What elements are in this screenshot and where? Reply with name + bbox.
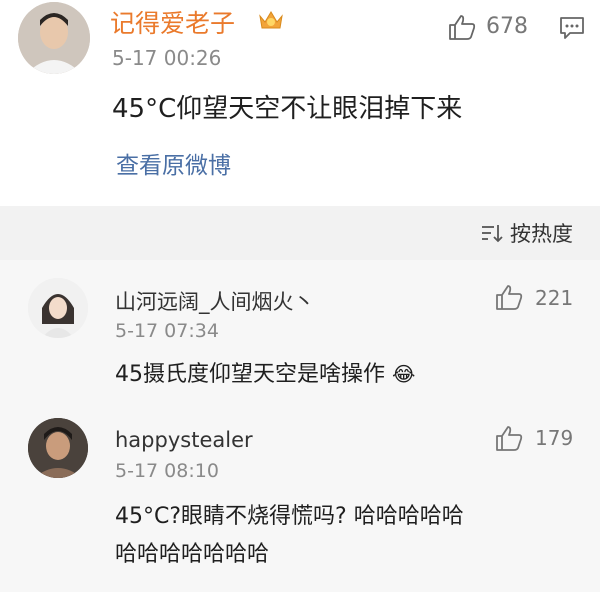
comment-text-line-1: 45°C?眼睛不烧得慌吗? 哈哈哈哈哈: [115, 504, 464, 529]
comment-text: 45摄氏度仰望天空是啥操作 😂: [115, 356, 415, 388]
comment-author-name[interactable]: happystealer: [115, 428, 253, 452]
comment-time: 5-17 08:10: [115, 460, 219, 482]
like-thumb-icon[interactable]: [447, 12, 477, 42]
comment-time: 5-17 07:34: [115, 320, 219, 342]
post-like-count: 678: [486, 14, 528, 39]
comment-icon[interactable]: [558, 14, 586, 42]
avatar-portrait: [28, 278, 88, 338]
comment-like-count: 179: [535, 426, 574, 450]
sort-icon[interactable]: [480, 222, 504, 244]
commenter-avatar[interactable]: [28, 278, 88, 338]
sort-bar: 按热度: [0, 206, 600, 260]
comment-author-name[interactable]: 山河远阔_人间烟火丶: [115, 286, 315, 316]
author-avatar[interactable]: [18, 2, 90, 74]
avatar-portrait: [28, 418, 88, 478]
vip-badge-icon: [258, 8, 284, 32]
like-thumb-icon[interactable]: [494, 282, 524, 312]
like-thumb-icon[interactable]: [494, 423, 524, 453]
post-text: 45°C仰望天空不让眼泪掉下来: [112, 94, 463, 124]
post-time: 5-17 00:26: [112, 46, 222, 70]
laugh-emoji-icon: 😂: [392, 362, 416, 386]
view-original-link[interactable]: 查看原微博: [116, 146, 231, 180]
avatar-portrait: [18, 2, 90, 74]
post-author-name[interactable]: 记得爱老子: [110, 4, 235, 40]
sort-by-hot-label[interactable]: 按热度: [510, 218, 573, 248]
comment-text-line-2: 哈哈哈哈哈哈哈: [115, 542, 270, 567]
original-post: 记得爱老子 5-17 00:26 678 45°C仰望天空不让眼泪掉下来 查看原…: [0, 0, 600, 206]
comment-like-count: 221: [535, 286, 574, 310]
comment-list: 山河远阔_人间烟火丶 5-17 07:34 221 45摄氏度仰望天空是啥操作 …: [0, 260, 600, 592]
commenter-avatar[interactable]: [28, 418, 88, 478]
comment-text-body: 45摄氏度仰望天空是啥操作: [115, 362, 385, 387]
